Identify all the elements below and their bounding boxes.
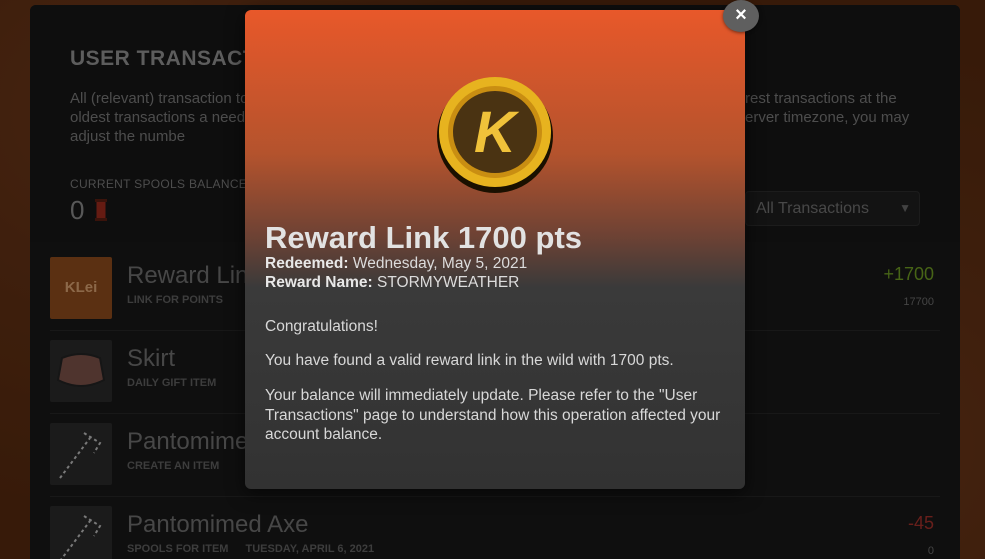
close-icon: × — [735, 4, 747, 26]
redeemed-value: Wednesday, May 5, 2021 — [352, 255, 528, 272]
reward-name-label: Reward Name: — [265, 274, 373, 291]
reward-name-line: Reward Name: STORMYWEATHER — [265, 274, 519, 292]
modal-title: Reward Link 1700 pts — [265, 220, 583, 255]
congratulations-text: Congratulations! — [265, 318, 378, 335]
coin-letter: K — [474, 100, 520, 165]
balance-info-text: Your balance will immediately update. Pl… — [265, 387, 721, 443]
close-button[interactable]: × — [723, 0, 759, 32]
reward-info-text: You have found a valid reward link in th… — [265, 352, 674, 369]
reward-name-value: STORMYWEATHER — [377, 274, 520, 291]
redeemed-line: Redeemed: Wednesday, May 5, 2021 — [265, 255, 527, 273]
reward-modal: K Reward Link 1700 pts Redeemed: Wednesd… — [245, 10, 745, 489]
klei-coin-icon: K — [437, 77, 553, 193]
redeemed-label: Redeemed: — [265, 255, 349, 272]
